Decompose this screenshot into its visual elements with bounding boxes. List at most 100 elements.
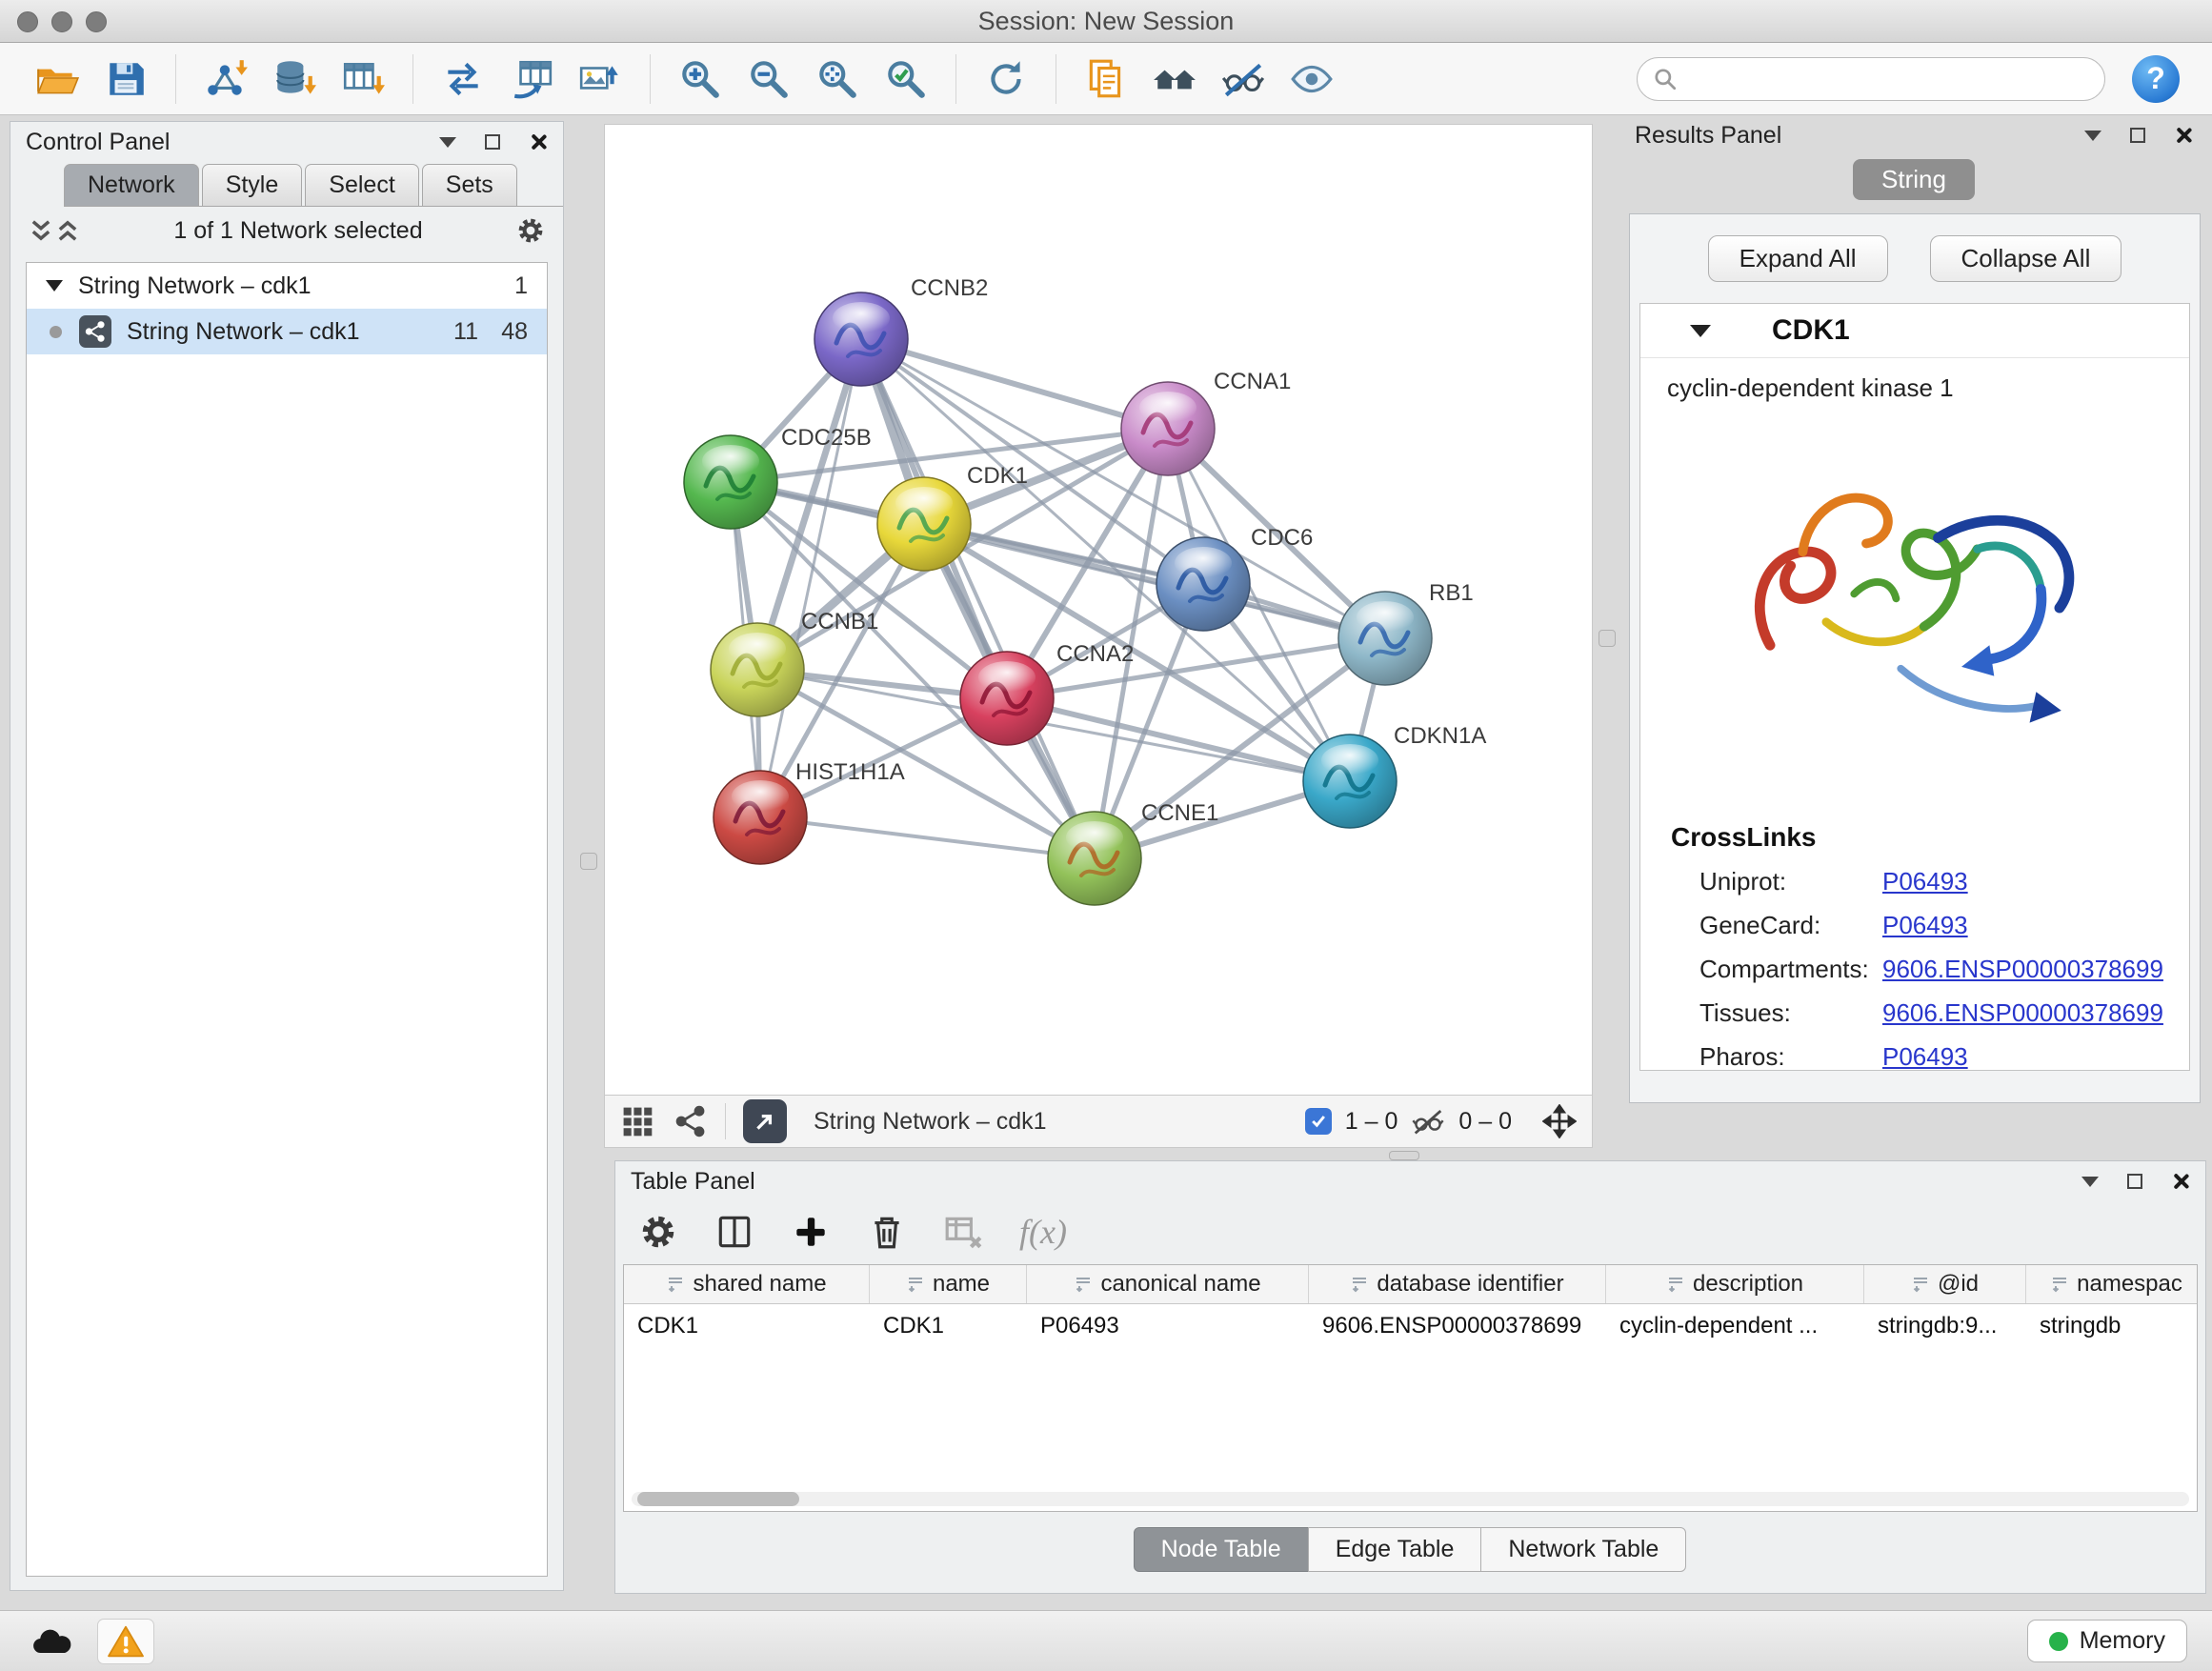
export-image-button[interactable]	[573, 51, 628, 107]
cloud-status-button[interactable]	[25, 1620, 80, 1663]
gene-section-header[interactable]: CDK1	[1640, 304, 2189, 358]
string-tab-badge[interactable]: String	[1853, 159, 1975, 200]
duplicate-attributes-button[interactable]	[1078, 51, 1134, 107]
column-header-description[interactable]: description	[1606, 1265, 1864, 1303]
panel-float-icon[interactable]	[2127, 1174, 2142, 1189]
cell-shared-name[interactable]: CDK1	[624, 1304, 870, 1348]
home-button[interactable]	[1147, 51, 1202, 107]
export-view-button[interactable]	[743, 1099, 787, 1143]
node-RB1[interactable]	[1338, 592, 1432, 685]
expand-all-networks-icon[interactable]	[28, 217, 54, 244]
tab-node-table[interactable]: Node Table	[1134, 1527, 1309, 1572]
panel-close-icon[interactable]	[2171, 1172, 2190, 1191]
collapse-all-button[interactable]: Collapse All	[1930, 235, 2122, 282]
node-CCNE1[interactable]	[1048, 812, 1141, 905]
selected-items-checkbox[interactable]	[1305, 1108, 1332, 1135]
collection-expand-icon[interactable]	[46, 280, 63, 292]
network-options-gear-icon[interactable]	[515, 215, 546, 246]
edge-HIST1H1A-CCNE1[interactable]	[760, 817, 1095, 858]
hide-unhide-button[interactable]	[1216, 51, 1271, 107]
close-window-button[interactable]	[17, 11, 38, 32]
tab-select[interactable]: Select	[305, 164, 418, 206]
import-network-database-button[interactable]	[267, 51, 322, 107]
node-CCNB2[interactable]	[814, 292, 908, 386]
table-options-gear-icon[interactable]	[638, 1212, 678, 1252]
column-header-namespac[interactable]: namespac	[2026, 1265, 2198, 1303]
delete-table-icon[interactable]	[943, 1212, 983, 1252]
section-collapse-icon[interactable]	[1690, 325, 1711, 337]
cell-canonical-name[interactable]: P06493	[1027, 1304, 1309, 1348]
add-column-icon[interactable]	[791, 1212, 831, 1252]
birds-eye-grid-icon[interactable]	[620, 1104, 654, 1138]
panel-menu-icon[interactable]	[2081, 1177, 2099, 1187]
search-input[interactable]	[1687, 64, 2089, 93]
zoom-window-button[interactable]	[86, 11, 107, 32]
edge-CDK1-RB1[interactable]	[924, 524, 1385, 638]
cell-namespac[interactable]: stringdb	[2026, 1304, 2198, 1348]
expand-all-button[interactable]: Expand All	[1708, 235, 1888, 282]
save-session-button[interactable]	[98, 51, 153, 107]
minimize-window-button[interactable]	[51, 11, 72, 32]
splitter-handle[interactable]	[1389, 1151, 1419, 1160]
open-session-button[interactable]	[30, 51, 85, 107]
node-CCNA2[interactable]	[960, 652, 1054, 745]
crosslink-value-link[interactable]: P06493	[1882, 867, 1968, 896]
node-CDC6[interactable]	[1156, 537, 1250, 631]
crosslink-value-link[interactable]: 9606.ENSP00000378699	[1882, 955, 2163, 984]
pan-crosshair-icon[interactable]	[1542, 1104, 1577, 1138]
crosslink-value-link[interactable]: P06493	[1882, 1042, 1968, 1071]
node-HIST1H1A[interactable]	[714, 771, 807, 864]
node-CDK1[interactable]	[877, 477, 971, 571]
tab-sets[interactable]: Sets	[422, 164, 517, 206]
node-CDC25B[interactable]	[684, 435, 777, 529]
panel-float-icon[interactable]	[485, 134, 500, 150]
column-header-name[interactable]: name	[870, 1265, 1027, 1303]
splitter-handle[interactable]	[1599, 630, 1616, 647]
memory-button[interactable]: Memory	[2027, 1620, 2187, 1662]
function-builder-icon[interactable]: f(x)	[1019, 1212, 1067, 1252]
network-row-selected[interactable]: String Network – cdk1 11 48	[27, 309, 547, 354]
apply-layout-button[interactable]	[978, 51, 1034, 107]
node-CDKN1A[interactable]	[1303, 735, 1397, 828]
collapse-all-networks-icon[interactable]	[54, 217, 81, 244]
tab-edge-table[interactable]: Edge Table	[1308, 1527, 1482, 1572]
network-collection-row[interactable]: String Network – cdk1 1	[27, 263, 547, 309]
search-box[interactable]	[1637, 57, 2105, 101]
network-from-table-button[interactable]	[504, 51, 559, 107]
cell-database-identifier[interactable]: 9606.ENSP00000378699	[1309, 1304, 1606, 1348]
panel-float-icon[interactable]	[2130, 128, 2145, 143]
edge-CCNB2-CCNA1[interactable]	[861, 339, 1168, 429]
crosslink-value-link[interactable]: 9606.ENSP00000378699	[1882, 998, 2163, 1028]
network-canvas[interactable]: CCNB2CCNA1CDC25BCDK1CDC6RB1CCNB1CCNA2CDK…	[605, 125, 1592, 1095]
warnings-button[interactable]	[97, 1619, 154, 1664]
import-network-file-button[interactable]	[198, 51, 253, 107]
column-header-shared-name[interactable]: shared name	[624, 1265, 870, 1303]
cell-id[interactable]: stringdb:9...	[1864, 1304, 2026, 1348]
help-button[interactable]: ?	[2132, 55, 2180, 103]
zoom-in-button[interactable]	[673, 51, 728, 107]
tab-network-table[interactable]: Network Table	[1480, 1527, 1686, 1572]
node-CCNB1[interactable]	[711, 623, 804, 716]
column-header-id[interactable]: @id	[1864, 1265, 2026, 1303]
cell-description[interactable]: cyclin-dependent ...	[1606, 1304, 1864, 1348]
panel-menu-icon[interactable]	[439, 137, 456, 148]
zoom-fit-button[interactable]	[810, 51, 865, 107]
panel-close-icon[interactable]	[2174, 126, 2193, 145]
splitter-handle[interactable]	[580, 853, 597, 870]
show-graphics-button[interactable]	[1284, 51, 1339, 107]
delete-column-icon[interactable]	[867, 1212, 907, 1252]
hidden-glasses-icon[interactable]	[1411, 1104, 1445, 1138]
column-header-database-identifier[interactable]: database identifier	[1309, 1265, 1606, 1303]
cell-name[interactable]: CDK1	[870, 1304, 1027, 1348]
import-table-button[interactable]	[335, 51, 391, 107]
scrollbar-thumb[interactable]	[637, 1492, 799, 1506]
zoom-selected-button[interactable]	[878, 51, 934, 107]
tab-network[interactable]: Network	[64, 164, 199, 206]
horizontal-scrollbar[interactable]	[632, 1492, 2189, 1506]
tab-style[interactable]: Style	[202, 164, 303, 206]
panel-close-icon[interactable]	[529, 132, 548, 151]
table-row[interactable]: CDK1CDK1P064939606.ENSP00000378699cyclin…	[624, 1304, 2197, 1348]
new-network-button[interactable]	[435, 51, 491, 107]
panel-menu-icon[interactable]	[2084, 131, 2101, 141]
show-columns-icon[interactable]	[714, 1212, 754, 1252]
